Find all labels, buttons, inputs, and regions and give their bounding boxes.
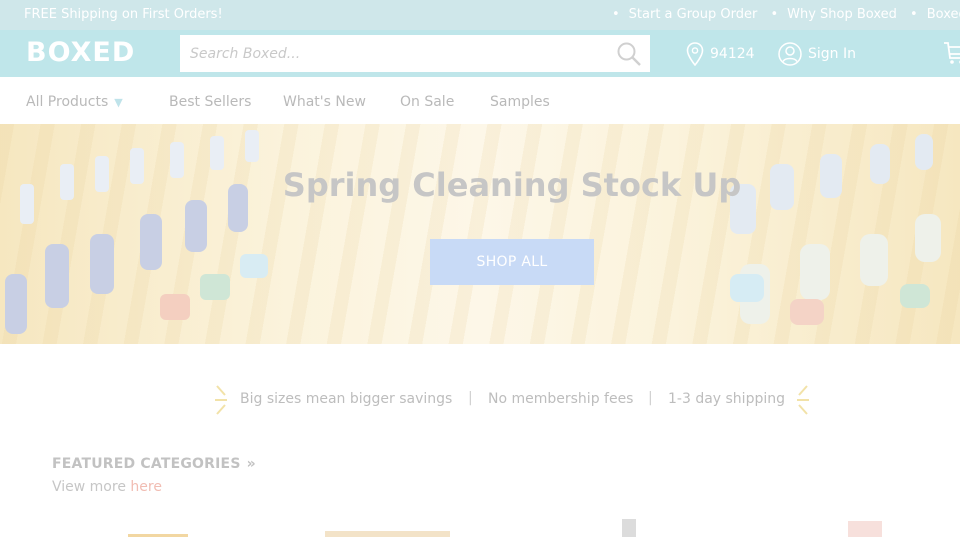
category-nav: All Products ▼ Best Sellers What's New On… xyxy=(0,77,960,125)
sign-in-link[interactable]: Sign In xyxy=(778,42,856,66)
search-icon[interactable] xyxy=(616,41,642,71)
divider: | xyxy=(468,390,473,406)
category-thumbnails xyxy=(0,515,960,537)
nav-whats-new[interactable]: What's New xyxy=(283,94,366,110)
category-thumbnail[interactable] xyxy=(325,531,450,537)
category-thumbnail[interactable] xyxy=(622,519,636,537)
featured-categories-label: FEATURED CATEGORIES xyxy=(52,456,241,472)
view-more-link[interactable]: here xyxy=(130,479,162,495)
hero-banner: Spring Cleaning Stock Up SHOP ALL xyxy=(0,124,960,344)
hero-title: Spring Cleaning Stock Up xyxy=(282,166,742,204)
value-prop-shipping: 1-3 day shipping xyxy=(668,391,785,407)
free-shipping-promo: FREE Shipping on First Orders! xyxy=(24,7,223,22)
top-promo-bar: FREE Shipping on First Orders! • Start a … xyxy=(0,0,960,30)
boxed-logo[interactable]: BOXED xyxy=(26,39,135,66)
nav-all-products[interactable]: All Products ▼ xyxy=(26,94,123,110)
nav-samples[interactable]: Samples xyxy=(490,94,550,110)
value-prop-savings: Big sizes mean bigger savings xyxy=(240,391,453,407)
bullet-separator: • xyxy=(910,7,918,22)
search-input[interactable] xyxy=(180,35,610,72)
hero-product-image-left xyxy=(5,130,268,334)
divider: | xyxy=(648,390,653,406)
group-order-link[interactable]: Start a Group Order xyxy=(629,7,758,22)
user-icon xyxy=(778,42,802,66)
top-links: • Start a Group Order • Why Shop Boxed • Bo… xyxy=(612,7,960,22)
view-more-prefix: View more xyxy=(52,479,131,495)
delivery-location[interactable]: 94124 xyxy=(686,42,755,67)
view-more-text: View more here xyxy=(52,479,162,495)
right-chevron-icon xyxy=(797,385,809,415)
cart-icon[interactable] xyxy=(943,40,960,70)
caret-down-icon: ▼ xyxy=(114,96,123,109)
hero-product-image-right xyxy=(730,134,941,325)
main-header: BOXED 94124 Sign In xyxy=(0,30,960,77)
value-prop-membership: No membership fees xyxy=(488,391,634,407)
nav-all-products-label: All Products xyxy=(26,94,109,110)
featured-categories-heading[interactable]: FEATURED CATEGORIES » xyxy=(52,456,256,472)
boxed-for-business-link[interactable]: Boxed for B xyxy=(927,7,960,22)
category-thumbnail[interactable] xyxy=(848,521,882,537)
search-box xyxy=(180,35,650,72)
shop-all-button[interactable]: SHOP ALL xyxy=(430,239,594,285)
location-pin-icon xyxy=(686,42,704,67)
nav-on-sale[interactable]: On Sale xyxy=(400,94,454,110)
bullet-separator: • xyxy=(612,7,620,22)
bullet-separator: • xyxy=(770,7,779,22)
why-shop-link[interactable]: Why Shop Boxed xyxy=(787,7,897,22)
value-props: Big sizes mean bigger savings | No membe… xyxy=(0,380,960,420)
double-chevron-right-icon: » xyxy=(246,456,256,472)
zip-code: 94124 xyxy=(710,46,755,62)
left-chevron-icon xyxy=(215,385,227,415)
sign-in-label: Sign In xyxy=(808,46,856,62)
nav-best-sellers[interactable]: Best Sellers xyxy=(169,94,251,110)
